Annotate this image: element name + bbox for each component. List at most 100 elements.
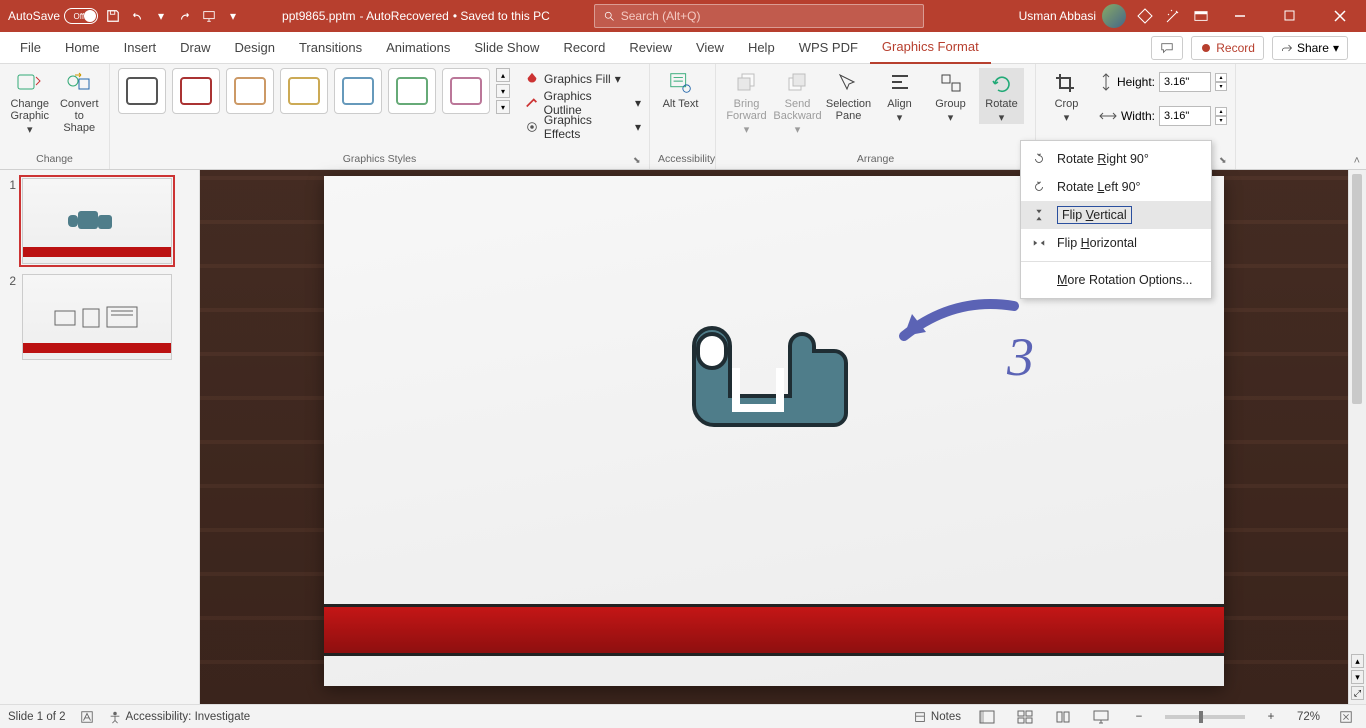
close-button[interactable] <box>1320 0 1360 32</box>
present-from-start-icon[interactable] <box>200 7 218 25</box>
collapse-ribbon-button[interactable]: ˄ <box>1354 155 1360 167</box>
tab-home[interactable]: Home <box>53 32 112 64</box>
vertical-scrollbar[interactable]: ▴ ▾ ⤢ <box>1348 170 1366 704</box>
scrollbar-thumb[interactable] <box>1352 174 1362 404</box>
accessibility-status[interactable]: Accessibility: Investigate <box>108 710 251 724</box>
slide-thumbnail-2[interactable] <box>22 274 172 360</box>
notes-button[interactable]: Notes <box>913 710 961 724</box>
style-swatch-2[interactable] <box>172 68 220 114</box>
tab-transitions[interactable]: Transitions <box>287 32 374 64</box>
undo-icon[interactable] <box>128 7 146 25</box>
search-input[interactable] <box>621 9 915 23</box>
gallery-more[interactable]: ▾ <box>496 100 510 114</box>
style-swatch-5[interactable] <box>334 68 382 114</box>
zoom-slider[interactable] <box>1165 715 1245 719</box>
zoom-out-button[interactable]: − <box>1127 707 1151 727</box>
width-input[interactable] <box>1159 106 1211 126</box>
tab-wps[interactable]: WPS PDF <box>787 32 870 64</box>
reading-view-button[interactable] <box>1051 707 1075 727</box>
diamond-icon[interactable] <box>1136 7 1154 25</box>
prev-slide-button[interactable]: ▴ <box>1351 654 1364 668</box>
ribbon-display-icon[interactable] <box>1192 7 1210 25</box>
tab-file[interactable]: File <box>8 32 53 64</box>
align-button[interactable]: Align▾ <box>877 68 922 124</box>
magic-icon[interactable] <box>1164 7 1182 25</box>
selection-pane-button[interactable]: Selection Pane <box>826 68 871 122</box>
tab-record[interactable]: Record <box>551 32 617 64</box>
fit-slide-button[interactable]: ⤢ <box>1351 686 1364 700</box>
width-spin-up[interactable]: ▴ <box>1215 107 1227 116</box>
qat-more-icon[interactable]: ▾ <box>224 7 242 25</box>
style-swatch-7[interactable] <box>442 68 490 114</box>
undo-dropdown-icon[interactable]: ▾ <box>152 7 170 25</box>
tab-design[interactable]: Design <box>223 32 287 64</box>
chevron-down-icon: ▾ <box>1333 41 1339 55</box>
graphics-outline-button[interactable]: Graphics Outline▾ <box>524 92 641 114</box>
minimize-button[interactable] <box>1220 0 1260 32</box>
flip-horizontal-icon <box>1031 235 1047 251</box>
group-button[interactable]: Group▾ <box>928 68 973 124</box>
account-button[interactable]: Usman Abbasi <box>1019 4 1126 28</box>
change-graphic-button[interactable]: Change Graphic▾ <box>8 68 52 136</box>
flip-vertical[interactable]: Flip Vertical <box>1021 201 1211 229</box>
tab-slideshow[interactable]: Slide Show <box>462 32 551 64</box>
normal-view-button[interactable] <box>975 707 999 727</box>
selected-graphic[interactable] <box>674 306 854 446</box>
convert-to-shape-button[interactable]: Convert to Shape <box>58 68 102 134</box>
avatar <box>1102 4 1126 28</box>
style-swatch-3[interactable] <box>226 68 274 114</box>
tab-insert[interactable]: Insert <box>112 32 169 64</box>
record-button[interactable]: Record <box>1191 36 1264 60</box>
tab-view[interactable]: View <box>684 32 736 64</box>
flip-horizontal[interactable]: Flip Horizontal <box>1021 229 1211 257</box>
rotate-button[interactable]: Rotate▾ <box>979 68 1024 124</box>
save-icon[interactable] <box>104 7 122 25</box>
tab-review[interactable]: Review <box>617 32 684 64</box>
bring-forward-button[interactable]: Bring Forward▾ <box>724 68 769 136</box>
rotate-right-90[interactable]: Rotate Right 90° <box>1021 145 1211 173</box>
search-box[interactable] <box>594 4 924 28</box>
crop-label: Crop <box>1055 98 1079 110</box>
zoom-in-button[interactable]: + <box>1259 707 1283 727</box>
crop-button[interactable]: Crop▾ <box>1044 68 1089 124</box>
style-swatch-4[interactable] <box>280 68 328 114</box>
maximize-button[interactable] <box>1270 0 1310 32</box>
height-input[interactable] <box>1159 72 1211 92</box>
next-slide-button[interactable]: ▾ <box>1351 670 1364 684</box>
more-rotation-options[interactable]: More Rotation Options... <box>1021 266 1211 294</box>
alt-text-label: Alt Text <box>663 98 699 110</box>
style-swatch-1[interactable] <box>118 68 166 114</box>
alt-text-button[interactable]: Alt Text <box>658 68 703 110</box>
slideshow-view-button[interactable] <box>1089 707 1113 727</box>
gallery-scroll-down[interactable]: ▾ <box>496 84 510 98</box>
rotate-left-90[interactable]: Rotate Left 90° <box>1021 173 1211 201</box>
send-backward-button[interactable]: Send Backward▾ <box>775 68 820 136</box>
gallery-scroll-up[interactable]: ▴ <box>496 68 510 82</box>
notes-label: Notes <box>931 711 961 723</box>
graphics-style-gallery[interactable]: ▴ ▾ ▾ <box>118 68 512 114</box>
styles-dialog-launcher[interactable]: ⬊ <box>633 155 645 167</box>
tab-graphics-format[interactable]: Graphics Format <box>870 32 991 64</box>
fit-to-window-button[interactable] <box>1334 707 1358 727</box>
spellcheck-status[interactable] <box>80 710 94 724</box>
size-dialog-launcher[interactable]: ⬊ <box>1219 155 1231 167</box>
crop-icon <box>1051 70 1081 96</box>
tab-animations[interactable]: Animations <box>374 32 462 64</box>
share-button[interactable]: Share▾ <box>1272 36 1348 60</box>
tab-help[interactable]: Help <box>736 32 787 64</box>
tab-draw[interactable]: Draw <box>168 32 222 64</box>
graphics-effects-button[interactable]: Graphics Effects▾ <box>524 116 641 138</box>
slide-sorter-view-button[interactable] <box>1013 707 1037 727</box>
slide-thumbnail-pane[interactable]: 1 2 <box>0 170 200 704</box>
autosave-toggle[interactable]: AutoSave Off <box>8 8 98 24</box>
width-spin-down[interactable]: ▾ <box>1215 116 1227 125</box>
height-spin-up[interactable]: ▴ <box>1215 73 1227 82</box>
height-spin-down[interactable]: ▾ <box>1215 82 1227 91</box>
graphics-fill-button[interactable]: Graphics Fill▾ <box>524 68 641 90</box>
style-swatch-6[interactable] <box>388 68 436 114</box>
document-name: ppt9865.pptm <box>282 9 355 23</box>
comments-button[interactable] <box>1151 36 1183 60</box>
redo-icon[interactable] <box>176 7 194 25</box>
slide-thumbnail-1[interactable] <box>22 178 172 264</box>
zoom-level[interactable]: 72% <box>1297 711 1320 723</box>
